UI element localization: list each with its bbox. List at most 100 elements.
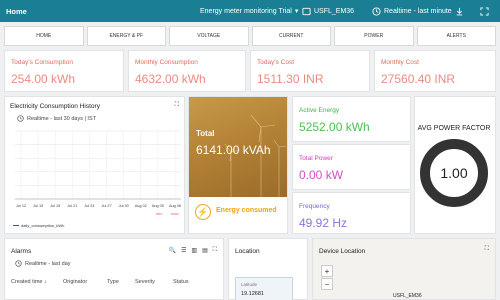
x-tick-label: Jul 30 bbox=[119, 204, 129, 208]
export-icon[interactable]: ▤ bbox=[202, 247, 208, 254]
timewindow-label: Realtime - last minute bbox=[384, 7, 452, 15]
arrow-down-icon: ↓ bbox=[44, 279, 47, 285]
card-label: Frequency bbox=[299, 203, 330, 210]
col-status[interactable]: Status bbox=[173, 279, 203, 285]
columns-icon[interactable]: ▥ bbox=[191, 247, 197, 254]
alarms-title: Alarms bbox=[11, 248, 32, 255]
fullscreen-icon[interactable]: ⛶ bbox=[175, 102, 179, 109]
clock-icon bbox=[372, 6, 381, 16]
dashboard-name: Energy meter monitoring Trial bbox=[200, 7, 292, 15]
nav-current-button[interactable]: CURRENT bbox=[251, 26, 331, 46]
card-value: 0.00 kW bbox=[299, 168, 344, 182]
power-factor-gauge: 1.00 bbox=[420, 139, 488, 207]
card-value: 254.00 kWh bbox=[11, 72, 76, 86]
fullscreen-icon[interactable] bbox=[480, 6, 489, 16]
location-title: Location bbox=[235, 248, 260, 255]
total-power-card: Total Power 0.00 kW bbox=[292, 144, 411, 190]
frequency-card: Frequency 49.92 Hz bbox=[292, 192, 411, 234]
latitude-field[interactable]: Latitude 19.12681 bbox=[235, 277, 293, 300]
timewindow-selector[interactable]: Realtime - last minute bbox=[372, 6, 452, 16]
col-created-time[interactable]: Created time ↓ bbox=[11, 279, 63, 285]
device-name: USFL_EM36 bbox=[314, 7, 355, 15]
col-severity[interactable]: Severity bbox=[135, 279, 173, 285]
latitude-label: Latitude bbox=[241, 282, 258, 287]
history-subtitle: Realtime - last 30 days | IST bbox=[17, 115, 96, 122]
x-tick-label: Aug 05 bbox=[152, 204, 164, 208]
col-label: Created time bbox=[11, 279, 43, 285]
card-value: 5252.00 kWh bbox=[299, 120, 370, 134]
fullscreen-icon[interactable]: ⛶ bbox=[485, 246, 489, 253]
nav-home-button[interactable]: HOME bbox=[4, 26, 84, 46]
legend-swatch bbox=[13, 224, 19, 227]
nav-voltage-button[interactable]: VOLTAGE bbox=[169, 26, 249, 46]
card-value: 1511.30 INR bbox=[257, 72, 324, 86]
today-consumption-card: Today's Consumption 254.00 kWh bbox=[4, 50, 124, 92]
zoom-out-button[interactable]: − bbox=[321, 278, 333, 290]
alarms-subtitle: Realtime - last day bbox=[15, 260, 71, 267]
device-icon bbox=[302, 7, 311, 15]
energy-consumed-caption: Energy consumed bbox=[216, 207, 277, 214]
alarms-toolbar: 🔍 ☰ ▥ ▤ ⛶ bbox=[169, 247, 217, 254]
min-label: min bbox=[156, 211, 163, 216]
download-icon[interactable] bbox=[455, 7, 464, 16]
latitude-value: 19.12681 bbox=[241, 291, 264, 297]
card-value: 4632.00 kWh bbox=[135, 72, 206, 86]
location-card: Location Latitude 19.12681 bbox=[228, 238, 308, 300]
alarms-card: Alarms 🔍 ☰ ▥ ▤ ⛶ Realtime - last day Cre… bbox=[4, 238, 224, 300]
home-breadcrumb[interactable]: Home bbox=[6, 7, 27, 16]
filter-icon[interactable]: ☰ bbox=[181, 247, 186, 254]
today-cost-card: Today's Cost 1511.30 INR bbox=[250, 50, 370, 92]
consumption-chart: Jul 12 Jul 15 Jul 19 Jul 21 Jul 24 Jul 27 Jul … bbox=[15, 130, 181, 208]
max-label: max bbox=[171, 211, 179, 216]
device-selector[interactable]: USFL_EM36 bbox=[302, 7, 354, 16]
chevron-down-icon: ▾ bbox=[294, 8, 299, 15]
alarms-table-header: Created time ↓ Originator Type Severity … bbox=[11, 279, 203, 285]
device-marker-label[interactable]: USFL_EM36 bbox=[393, 293, 422, 299]
card-label: Today's Consumption bbox=[11, 59, 73, 66]
chart-legend: daily_consumption_kWh bbox=[13, 223, 64, 228]
x-tick-label: Jul 24 bbox=[84, 204, 94, 208]
active-energy-card: Active Energy 5252.00 kWh bbox=[292, 96, 411, 142]
x-tick-label: Jul 21 bbox=[67, 204, 77, 208]
search-icon[interactable]: 🔍 bbox=[169, 247, 176, 254]
device-location-card: Device Location ⛶ + − USFL_EM36 bbox=[312, 238, 496, 300]
col-type[interactable]: Type bbox=[107, 279, 135, 285]
card-label: Total Power bbox=[299, 155, 333, 162]
consumption-history-card: Electricity Consumption History ⛶ Realti… bbox=[4, 96, 185, 234]
col-originator[interactable]: Originator bbox=[63, 279, 107, 285]
dashboard-selector[interactable]: Energy meter monitoring Trial ▾ bbox=[200, 7, 299, 16]
lightning-bolt-icon: ⚡ bbox=[195, 204, 211, 220]
clock-icon bbox=[17, 115, 24, 122]
power-factor-card: AVG POWER FACTOR 1.00 bbox=[414, 96, 496, 234]
x-tick-label: Aug 02 bbox=[135, 204, 147, 208]
total-value: 6141.00 kVAh bbox=[196, 143, 271, 157]
clock-icon bbox=[15, 260, 22, 267]
power-factor-value: 1.00 bbox=[440, 165, 468, 181]
zoom-in-button[interactable]: + bbox=[321, 265, 333, 277]
card-label: Monthly Cost bbox=[381, 59, 419, 66]
total-energy-card: Total 6141.00 kVAh ⚡ Energy consumed bbox=[188, 96, 288, 234]
nav-power-button[interactable]: POWER bbox=[334, 26, 414, 46]
card-value: 27560.40 INR bbox=[381, 72, 456, 86]
card-label: Monthly Consumption bbox=[135, 59, 198, 66]
top-bar: Home Energy meter monitoring Trial ▾ USF… bbox=[0, 0, 500, 22]
fullscreen-icon[interactable]: ⛶ bbox=[213, 247, 217, 254]
x-tick-label: Jul 12 bbox=[16, 204, 26, 208]
history-title: Electricity Consumption History bbox=[10, 103, 100, 110]
card-value: 49.92 Hz bbox=[299, 216, 348, 230]
legend-label: daily_consumption_kWh bbox=[21, 223, 65, 228]
card-label: Active Energy bbox=[299, 107, 340, 114]
total-label: Total bbox=[196, 129, 215, 138]
x-tick-label: Jul 19 bbox=[50, 204, 60, 208]
alarms-timewindow: Realtime - last day bbox=[25, 260, 71, 267]
monthly-consumption-card: Monthly Consumption 4632.00 kWh bbox=[128, 50, 246, 92]
nav-alerts-button[interactable]: ALERTS bbox=[416, 26, 496, 46]
power-factor-label: AVG POWER FACTOR bbox=[417, 125, 491, 132]
nav-energy-pf-button[interactable]: ENERGY & PF bbox=[86, 26, 166, 46]
history-timewindow: Realtime - last 30 days | IST bbox=[27, 115, 96, 122]
x-tick-label: Jul 15 bbox=[33, 204, 43, 208]
x-tick-label: Jul 27 bbox=[101, 204, 111, 208]
x-tick-label: Aug 08 bbox=[169, 204, 181, 208]
card-label: Today's Cost bbox=[257, 59, 295, 66]
device-location-title: Device Location bbox=[319, 248, 366, 255]
